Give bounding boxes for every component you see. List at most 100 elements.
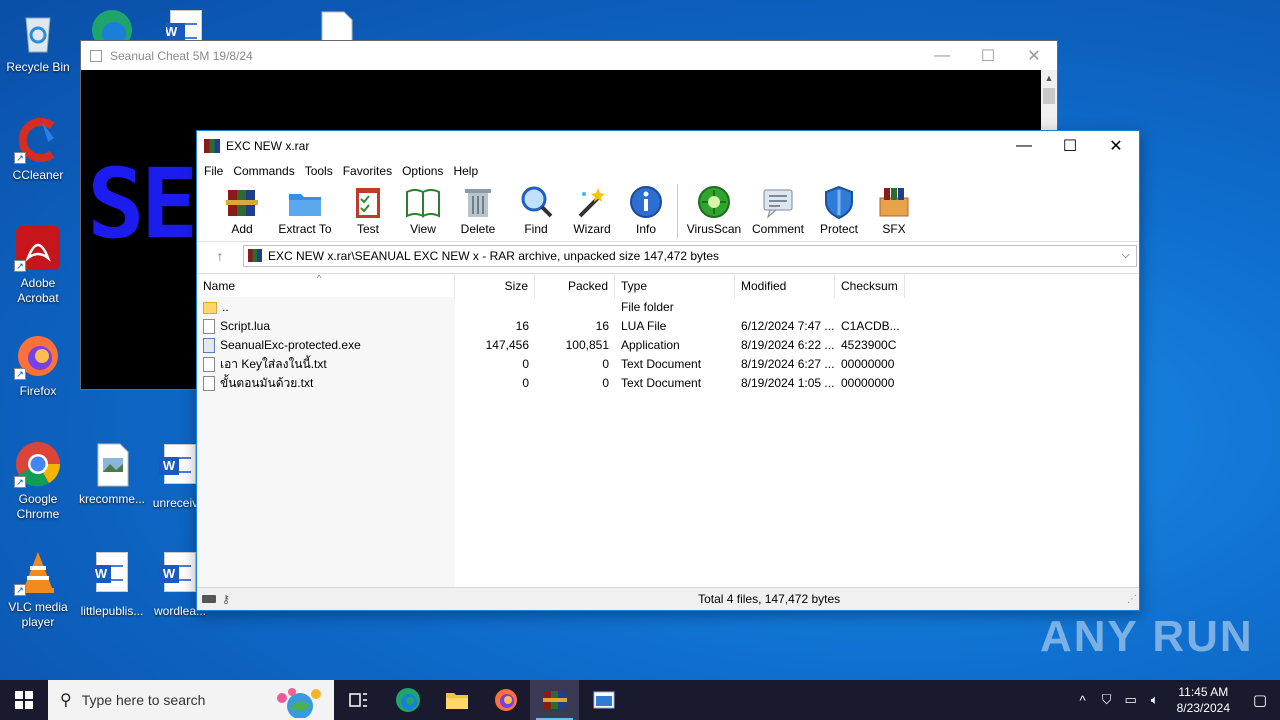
- drive-icon[interactable]: [202, 595, 216, 603]
- network-icon[interactable]: ▭: [1119, 692, 1143, 708]
- winrar-window[interactable]: EXC NEW x.rar — ☐ ✕ File Commands Tools …: [196, 130, 1140, 611]
- taskbar-seanual-app[interactable]: [579, 680, 628, 720]
- key-icon[interactable]: ⚷: [222, 593, 230, 606]
- windows-logo-icon: [15, 691, 33, 709]
- minimize-button[interactable]: —: [919, 41, 965, 71]
- menu-help[interactable]: Help: [448, 164, 483, 178]
- taskbar-winrar[interactable]: [530, 680, 579, 720]
- toolbar-sfx-button[interactable]: SFX: [868, 181, 920, 236]
- menu-commands[interactable]: Commands: [228, 164, 299, 178]
- desktop-icon-firefox[interactable]: ↗ Firefox: [0, 332, 76, 399]
- blank-file-icon[interactable]: [320, 10, 354, 40]
- toolbar-view-button[interactable]: View: [397, 181, 449, 236]
- toolbar-protect-button[interactable]: Protect: [810, 181, 868, 236]
- archive-icon: [248, 249, 262, 262]
- file-type: Application: [621, 338, 680, 352]
- column-name[interactable]: Name ^: [197, 273, 455, 298]
- scroll-thumb[interactable]: [1043, 88, 1055, 104]
- file-name: ขั้นตอนมันด้วย.txt: [220, 376, 314, 390]
- file-checksum: 4523900C: [841, 338, 897, 352]
- column-packed[interactable]: Packed: [535, 274, 615, 298]
- desktop-icon-label: Recycle Bin: [6, 60, 70, 74]
- chevron-down-icon[interactable]: ⌵: [1116, 249, 1136, 262]
- file-type: Text Document: [621, 376, 702, 390]
- security-icon[interactable]: ⛉: [1095, 692, 1119, 708]
- file-name: Script.lua: [220, 319, 271, 333]
- maximize-button[interactable]: ☐: [965, 41, 1011, 71]
- toolbar-delete-button[interactable]: Delete: [449, 181, 507, 236]
- magic-wand-icon: [574, 184, 610, 220]
- close-button[interactable]: ✕: [1011, 41, 1057, 71]
- close-button[interactable]: ✕: [1093, 131, 1139, 161]
- file-checksum: 00000000: [841, 376, 895, 390]
- column-modified[interactable]: Modified: [735, 274, 835, 298]
- menu-tools[interactable]: Tools: [300, 164, 338, 178]
- archive-path-combo[interactable]: EXC NEW x.rar\SEANUAL EXC NEW x - RAR ar…: [243, 244, 1137, 267]
- menu-options[interactable]: Options: [397, 164, 448, 178]
- minimize-button[interactable]: —: [1001, 131, 1047, 161]
- chevron-up-icon[interactable]: ^: [1071, 693, 1095, 708]
- anyrun-watermark: ANY RUN: [1040, 612, 1254, 661]
- toolbar-wizard-button[interactable]: Wizard: [565, 181, 619, 236]
- toolbar-separator: [677, 184, 678, 238]
- menu-favorites[interactable]: Favorites: [338, 164, 397, 178]
- column-type[interactable]: Type: [615, 274, 735, 298]
- clock-date: 8/23/2024: [1176, 701, 1230, 715]
- column-size[interactable]: Size: [455, 274, 535, 298]
- desktop-icon-google-chrome[interactable]: ↗ Google Chrome: [0, 440, 76, 522]
- maximize-button[interactable]: ☐: [1047, 131, 1093, 161]
- book-view-icon: [405, 184, 441, 220]
- toolbar-test-button[interactable]: Test: [339, 181, 397, 236]
- taskbar-search-box[interactable]: ⚲ Type here to search: [48, 680, 334, 720]
- toolbar-info-button[interactable]: Info: [619, 181, 673, 236]
- start-button[interactable]: [0, 680, 48, 720]
- desktop-icon-label: krecomme...: [78, 492, 145, 506]
- table-row[interactable]: ขั้นตอนมันด้วย.txt 0 0 Text Document 8/1…: [197, 374, 1139, 393]
- table-row[interactable]: Script.lua 16 16 LUA File 6/12/2024 7:47…: [197, 317, 1139, 336]
- toolbar-add-button[interactable]: Add: [213, 181, 271, 236]
- seanual-window-title: Seanual Cheat 5M 19/8/24: [110, 48, 253, 63]
- seanual-titlebar[interactable]: Seanual Cheat 5M 19/8/24 — ☐ ✕: [81, 41, 1057, 70]
- desktop-icon-label: Adobe Acrobat: [17, 276, 59, 305]
- clock-time: 11:45 AM: [1178, 685, 1229, 699]
- word-document-icon[interactable]: W: [166, 10, 202, 40]
- notification-icon[interactable]: ▢: [1240, 691, 1280, 709]
- menu-file[interactable]: File: [199, 164, 228, 178]
- toolbar-comment-button[interactable]: Comment: [746, 181, 810, 236]
- app-window-icon: [593, 691, 614, 709]
- file-checksum: [835, 298, 905, 317]
- table-row[interactable]: .. File folder: [197, 298, 1139, 317]
- desktop-icon-label: littlepublis...: [80, 604, 144, 618]
- desktop-icon-adobe-acrobat[interactable]: ↗ Adobe Acrobat: [0, 224, 76, 306]
- toolbar-label: SFX: [882, 222, 906, 236]
- volume-icon[interactable]: 🔈︎: [1143, 692, 1167, 708]
- desktop-icon-vlc[interactable]: ↗ VLC media player: [0, 548, 76, 630]
- scroll-up-icon[interactable]: ▲: [1041, 70, 1057, 86]
- info-icon: [628, 184, 664, 220]
- file-size: 147,456: [485, 338, 529, 352]
- table-row[interactable]: SeanualExc-protected.exe 147,456 100,851…: [197, 336, 1139, 355]
- toolbar: Add Extract To Test View Delete Find Wiz…: [197, 181, 1139, 241]
- toolbar-find-button[interactable]: Find: [507, 181, 565, 236]
- app-window-icon: [90, 49, 102, 62]
- clock[interactable]: 11:45 AM 8/23/2024: [1167, 684, 1240, 716]
- clipboard-check-icon: [350, 184, 386, 220]
- desktop-icon-recycle-bin[interactable]: Recycle Bin: [0, 8, 76, 75]
- taskbar-firefox[interactable]: [481, 680, 530, 720]
- edge-desktop-icon[interactable]: [88, 6, 136, 40]
- desktop-icon-krecomme[interactable]: krecomme...: [74, 440, 150, 507]
- taskbar-file-explorer[interactable]: [432, 680, 481, 720]
- desktop-icon-ccleaner[interactable]: ↗ CCleaner: [0, 116, 76, 183]
- up-folder-button[interactable]: ↑: [197, 248, 243, 264]
- file-name: ..: [222, 300, 229, 314]
- winrar-titlebar[interactable]: EXC NEW x.rar — ☐ ✕: [197, 131, 1139, 161]
- file-packed: [535, 298, 615, 317]
- resize-grip[interactable]: ⋰: [1127, 594, 1137, 605]
- column-checksum[interactable]: Checksum: [835, 274, 905, 298]
- task-view-button[interactable]: [334, 680, 383, 720]
- toolbar-virusscan-button[interactable]: VirusScan: [682, 181, 746, 236]
- toolbar-extract-to-button[interactable]: Extract To: [271, 181, 339, 236]
- desktop-icon-littlepublis[interactable]: W littlepublis...: [74, 548, 150, 619]
- taskbar-edge[interactable]: [383, 680, 432, 720]
- table-row[interactable]: เอา Keyใส่ลงในนี้.txt 0 0 Text Document …: [197, 355, 1139, 374]
